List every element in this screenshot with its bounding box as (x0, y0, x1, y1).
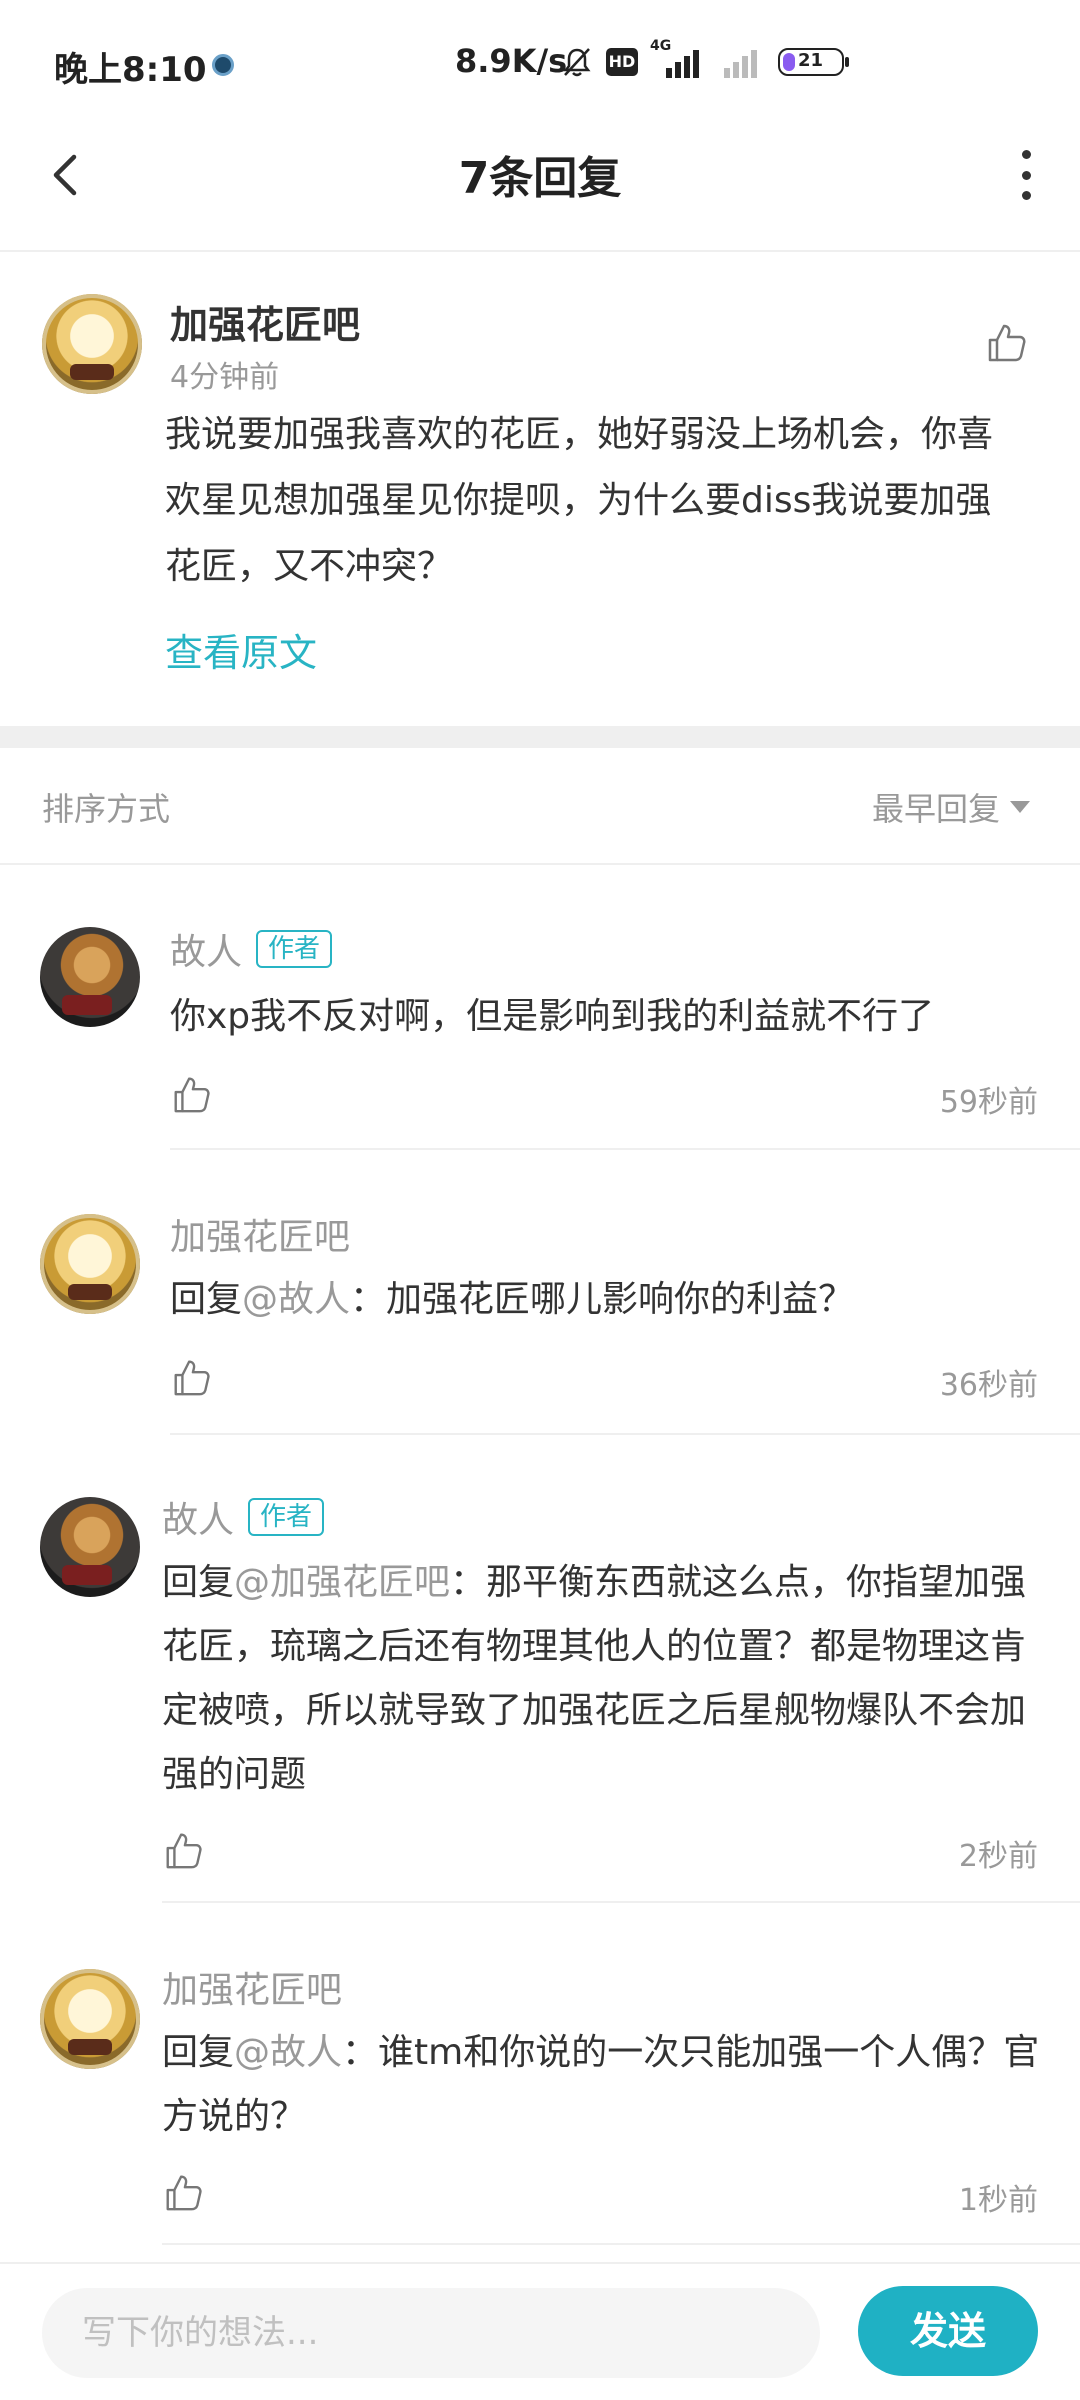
avatar[interactable] (42, 294, 142, 394)
sort-dropdown[interactable]: 最早回复 (872, 784, 1030, 830)
reply-content: 你xp我不反对啊，但是影响到我的利益就不行了 (170, 996, 935, 1037)
reply-text: 你xp我不反对啊，但是影响到我的利益就不行了 (170, 985, 1050, 1049)
network-speed: 8.9K/s (455, 42, 568, 80)
reply-item: 加强花匠吧 回复@故人：谁tm和你说的一次只能加强一个人偶？官方说的？ 1秒前 (0, 1905, 1080, 2245)
mention-link[interactable]: @故人 (242, 1279, 350, 1320)
thumbs-up-icon[interactable] (984, 320, 1028, 364)
battery-icon: 21 (778, 48, 849, 76)
reply-divider (162, 1901, 1080, 1903)
reply-author[interactable]: 加强花匠吧 (162, 1961, 342, 2013)
reply-prefix: 回复 (162, 1562, 235, 1603)
sort-value: 最早回复 (871, 790, 1000, 828)
hd-icon: HD (606, 48, 638, 76)
mention-link[interactable]: @故人 (234, 2032, 342, 2073)
view-original-link[interactable]: 查看原文 (165, 622, 317, 677)
reply-time: 36秒前 (939, 1368, 1038, 1403)
reply-author[interactable]: 故人 作者 (162, 1491, 325, 1543)
reply-item: 故人 作者 你xp我不反对啊，但是影响到我的利益就不行了 59秒前 (0, 865, 1080, 1150)
avatar[interactable] (40, 1497, 140, 1597)
status-time: 晚上8:10 (54, 50, 207, 90)
reply-author-name: 加强花匠吧 (162, 1970, 343, 2011)
reply-content: ：加强花匠哪儿影响你的利益？ (350, 1279, 855, 1320)
signal-secondary-icon (724, 44, 766, 80)
more-options-icon[interactable] (1016, 150, 1036, 200)
comment-input[interactable]: 写下你的想法... (42, 2288, 820, 2378)
top-app-bar: 7条回复 (0, 120, 1080, 252)
reply-divider (162, 2243, 1080, 2245)
page-title: 7条回复 (458, 153, 622, 204)
battery-level: 21 (798, 50, 824, 71)
reply-author-name: 故人 (170, 932, 243, 973)
reply-item: 加强花匠吧 回复@故人：加强花匠哪儿影响你的利益？ 36秒前 (0, 1150, 1080, 1435)
signal-4g-icon: 4G (650, 38, 712, 80)
reply-time: 59秒前 (939, 1085, 1038, 1120)
sort-label: 排序方式 (42, 790, 171, 828)
mention-link[interactable]: @加强花匠吧 (234, 1562, 450, 1603)
avatar[interactable] (40, 1214, 140, 1314)
dropdown-triangle-icon (1010, 801, 1030, 813)
reply-text: 回复@故人：谁tm和你说的一次只能加强一个人偶？官方说的？ (162, 2021, 1042, 2149)
reply-author-name: 故人 (162, 1500, 235, 1541)
reply-prefix: 回复 (170, 1279, 243, 1320)
comment-body: 我说要加强我喜欢的花匠，她好弱没上场机会，你喜欢星见想加强星见你提呗，为什么要d… (165, 414, 994, 587)
reply-time: 1秒前 (958, 2183, 1038, 2218)
app-notification-icon (212, 54, 234, 76)
status-icons: HD 4G 21 (560, 38, 849, 80)
comment-input-bar: 写下你的想法... 发送 (0, 2262, 1080, 2400)
avatar[interactable] (40, 927, 140, 1027)
bell-muted-icon (563, 48, 591, 77)
send-button[interactable]: 发送 (858, 2286, 1038, 2376)
reply-page: 晚上8:10 8.9K/s HD 4G 21 7条回复 加强花匠吧 4分钟前 我… (0, 0, 1080, 2400)
section-divider (0, 726, 1080, 748)
reply-time: 2秒前 (958, 1839, 1038, 1874)
author-badge: 作者 (256, 930, 333, 968)
avatar[interactable] (40, 1969, 140, 2069)
thumbs-up-icon[interactable] (162, 2171, 204, 2213)
author-name[interactable]: 加强花匠吧 (170, 294, 360, 349)
thumbs-up-icon[interactable] (162, 1829, 204, 1871)
reply-author[interactable]: 故人 作者 (170, 923, 333, 975)
reply-prefix: 回复 (162, 2032, 235, 2073)
comment-time: 4分钟前 (170, 360, 280, 395)
reply-author[interactable]: 加强花匠吧 (170, 1208, 350, 1260)
reply-item: 故人 作者 回复@加强花匠吧：那平衡东西就这么点，你指望加强花匠，琉璃之后还有物… (0, 1435, 1080, 1905)
reply-text: 回复@故人：加强花匠哪儿影响你的利益？ (170, 1268, 1050, 1332)
thumbs-up-icon[interactable] (170, 1356, 212, 1398)
status-bar: 晚上8:10 8.9K/s HD 4G 21 (0, 0, 1080, 120)
author-badge: 作者 (248, 1498, 325, 1536)
reply-author-name: 加强花匠吧 (170, 1217, 351, 1258)
original-comment: 加强花匠吧 4分钟前 我说要加强我喜欢的花匠，她好弱没上场机会，你喜欢星见想加强… (0, 252, 1080, 722)
sort-bar: 排序方式 最早回复 (0, 748, 1080, 865)
reply-text: 回复@加强花匠吧：那平衡东西就这么点，你指望加强花匠，琉璃之后还有物理其他人的位… (162, 1551, 1042, 1807)
thumbs-up-icon[interactable] (170, 1073, 212, 1115)
